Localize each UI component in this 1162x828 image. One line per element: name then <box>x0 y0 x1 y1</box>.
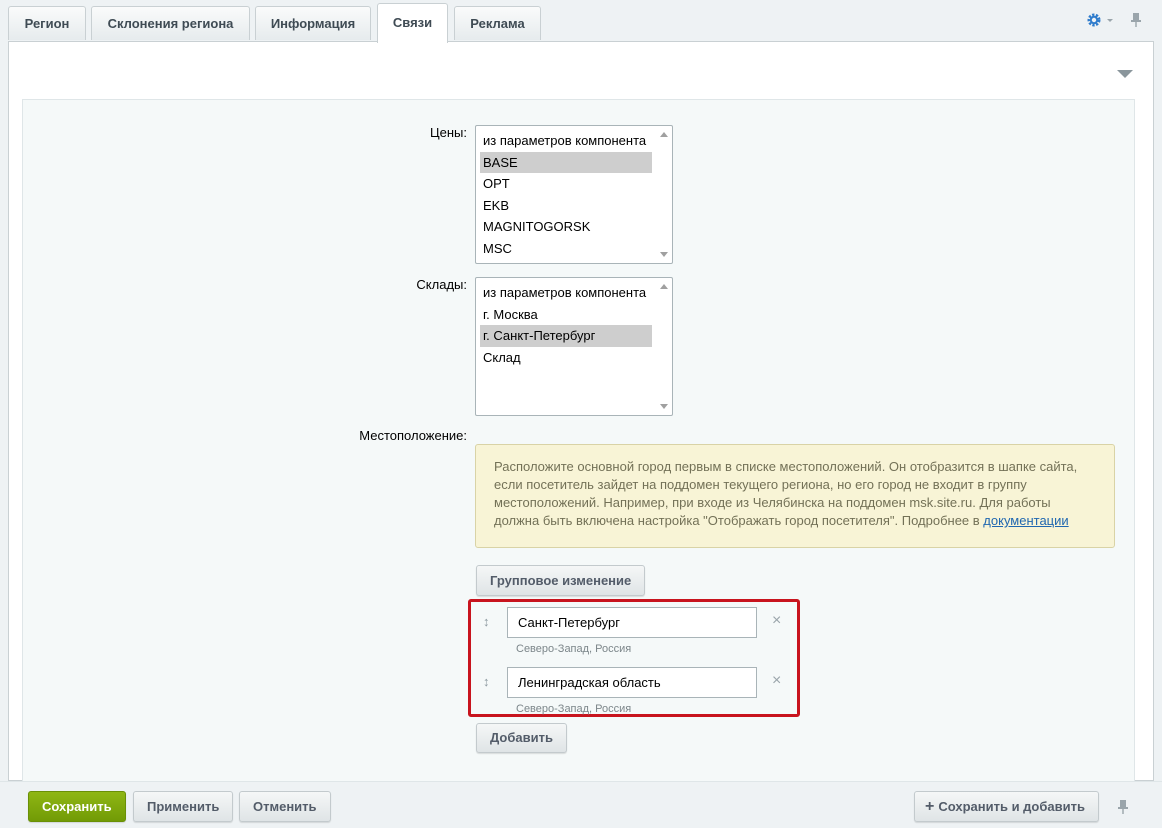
chevron-down-icon[interactable] <box>1107 19 1113 22</box>
prices-select[interactable]: из параметров компонента BASE OPT EKB MA… <box>475 125 673 264</box>
prices-label: Цены: <box>430 125 467 140</box>
prices-option[interactable]: EKB <box>480 195 652 217</box>
prices-option[interactable]: из параметров компонента <box>480 130 652 152</box>
tab-tools <box>1086 12 1146 32</box>
remove-icon[interactable]: × <box>772 672 781 690</box>
stores-label: Склады: <box>416 277 467 292</box>
collapse-arrow-icon[interactable] <box>1117 70 1133 78</box>
location-input[interactable]: Ленинградская область <box>507 667 757 698</box>
stores-option[interactable]: г. Москва <box>480 304 652 326</box>
prices-option[interactable]: MSC <box>480 238 652 260</box>
tab-region[interactable]: Регион <box>8 6 86 40</box>
location-region: Северо-Запад, Россия <box>516 703 632 715</box>
location-label: Местоположение: <box>359 428 467 443</box>
scroll-down-icon[interactable] <box>660 404 668 409</box>
pin-icon[interactable] <box>1117 799 1129 815</box>
prices-option-selected[interactable]: BASE <box>480 151 652 173</box>
location-notice: Расположите основной город первым в спис… <box>475 444 1115 548</box>
group-edit-button[interactable]: Групповое изменение <box>476 565 646 596</box>
stores-option-selected[interactable]: г. Санкт-Петербург <box>480 325 652 347</box>
prices-option[interactable]: OPT <box>480 173 652 195</box>
save-and-add-label: Сохранить и добавить <box>938 799 1085 814</box>
tab-advertising[interactable]: Реклама <box>454 6 541 40</box>
tab-bar: Регион Склонения региона Информация Связ… <box>0 0 1162 43</box>
prices-option[interactable]: MAGNITOGORSK <box>480 216 652 238</box>
scroll-up-icon[interactable] <box>660 132 668 137</box>
remove-icon[interactable]: × <box>772 612 781 630</box>
tab-information[interactable]: Информация <box>255 6 371 40</box>
scrollbar[interactable] <box>656 126 672 263</box>
scroll-up-icon[interactable] <box>660 284 668 289</box>
save-button[interactable]: Сохранить <box>28 791 126 822</box>
gear-icon[interactable] <box>1086 12 1102 28</box>
save-and-add-button[interactable]: + Сохранить и добавить <box>914 791 1099 822</box>
plus-icon: + <box>925 798 935 815</box>
location-region: Северо-Запад, Россия <box>516 643 632 655</box>
locations-list: ↕ Санкт-Петербург Северо-Запад, Россия ×… <box>468 599 800 717</box>
labels-column: Цены: Склады: Местоположение: <box>23 100 467 788</box>
cancel-button[interactable]: Отменить <box>239 791 331 822</box>
form-area: Цены: Склады: Местоположение: из парамет… <box>22 99 1135 789</box>
stores-option[interactable]: из параметров компонента <box>480 282 652 304</box>
footer-bar: Сохранить Применить Отменить + Сохранить … <box>0 781 1162 828</box>
location-input[interactable]: Санкт-Петербург <box>507 607 757 638</box>
pin-icon[interactable] <box>1130 12 1142 28</box>
scrollbar[interactable] <box>656 278 672 415</box>
tab-links[interactable]: Связи <box>377 3 448 43</box>
drag-handle-icon[interactable]: ↕ <box>483 614 490 629</box>
drag-handle-icon[interactable]: ↕ <box>483 674 490 689</box>
stores-option[interactable]: Склад <box>480 347 652 369</box>
scroll-down-icon[interactable] <box>660 252 668 257</box>
tab-region-declensions[interactable]: Склонения региона <box>91 6 250 40</box>
add-location-button[interactable]: Добавить <box>476 723 567 753</box>
apply-button[interactable]: Применить <box>133 791 234 822</box>
documentation-link[interactable]: документации <box>983 513 1068 528</box>
tab-content-panel: Цены: Склады: Местоположение: из парамет… <box>8 41 1154 789</box>
stores-select[interactable]: из параметров компонента г. Москва г. Са… <box>475 277 673 416</box>
